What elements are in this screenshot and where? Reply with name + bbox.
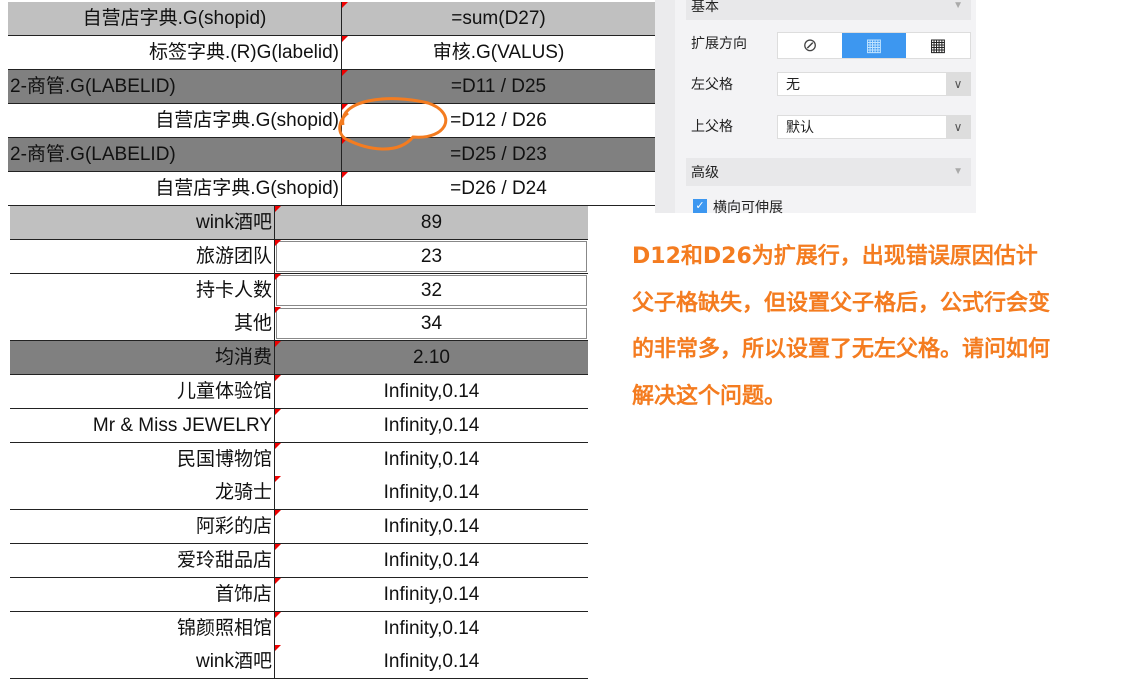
question-note: D12和D26为扩展行，出现错误原因估计父子格缺失，但设置父子格后，公式行会变的… — [632, 244, 1051, 409]
preview-row: 其他 34 — [10, 307, 588, 342]
template-cell[interactable]: 自营店字典.G(shopid) — [8, 104, 342, 137]
cell-properties-panel: 基本 ▼ 扩展方向 ⊘ ▦ ▦ 左父格 无 ∨ 上父格 默认 ∨ 高级 ▼ ✓ 横向可伸… — [655, 0, 976, 215]
row-label-cell[interactable]: 龙骑士 — [10, 476, 275, 510]
section-advanced-label: 高级 — [691, 164, 719, 180]
preview-row: wink酒吧 Infinity,0.14 — [10, 645, 588, 680]
left-parent-label: 左父格 — [691, 76, 733, 92]
section-advanced[interactable]: 高级 ▼ — [686, 158, 971, 186]
value-cell[interactable]: Infinity,0.14 — [275, 409, 588, 442]
section-basic[interactable]: 基本 ▼ — [686, 0, 971, 20]
template-cell[interactable]: 标签字典.(R)G(labelid) — [8, 36, 342, 69]
preview-row: 旅游团队 23 — [10, 239, 588, 274]
collapse-arrow-icon: ▼ — [953, 0, 963, 11]
vertical-expand-icon[interactable]: ▦ — [842, 33, 906, 58]
collapse-arrow-icon: ▼ — [953, 166, 963, 177]
preview-row: wink酒吧 89 — [10, 206, 588, 240]
cell-marker-icon — [275, 375, 281, 381]
row-label-cell[interactable]: Mr & Miss JEWELRY — [10, 408, 275, 442]
cell-marker-icon — [342, 2, 348, 8]
cell-marker-icon — [275, 544, 281, 550]
value-cell[interactable]: Infinity,0.14 — [275, 612, 588, 645]
expand-direction-toggle[interactable]: ⊘ ▦ ▦ — [777, 32, 971, 59]
row-label-cell[interactable]: 旅游团队 — [10, 239, 275, 273]
top-parent-label: 上父格 — [691, 118, 733, 134]
preview-row: 阿彩的店 Infinity,0.14 — [10, 510, 588, 545]
cell-marker-icon — [342, 70, 348, 76]
cell-marker-icon — [275, 239, 281, 246]
template-cell[interactable]: 2-商管.G(LABELID) — [8, 138, 342, 171]
cell-marker-icon — [275, 645, 281, 652]
preview-row: 锦颜照相馆 Infinity,0.14 — [10, 611, 588, 646]
value-cell[interactable]: Infinity,0.14 — [275, 375, 588, 408]
preview-row: 民国博物馆 Infinity,0.14 — [10, 442, 588, 477]
cell-marker-icon — [342, 172, 348, 178]
value-cell[interactable]: Infinity,0.14 — [275, 443, 588, 476]
row-label-cell[interactable]: 爱玲甜品店 — [10, 544, 275, 577]
value-cell[interactable]: 34 — [276, 308, 587, 340]
preview-row: Mr & Miss JEWELRY Infinity,0.14 — [10, 408, 588, 443]
value-cell[interactable]: Infinity,0.14 — [275, 544, 588, 577]
section-basic-label: 基本 — [691, 0, 719, 14]
row-label-cell[interactable]: 均消费 — [10, 341, 275, 375]
value-cell[interactable]: 23 — [276, 240, 587, 272]
value-cell[interactable]: Infinity,0.14 — [275, 510, 588, 543]
value-cell[interactable]: Infinity,0.14 — [275, 578, 588, 611]
value-cell[interactable]: 89 — [275, 206, 588, 239]
top-parent-select[interactable]: 默认 ∨ — [777, 115, 971, 139]
horizontal-expand-icon[interactable]: ▦ — [906, 33, 970, 58]
row-label-cell[interactable]: wink酒吧 — [10, 206, 275, 239]
top-grid-row: 自营店字典.G(shopid) =sum(D27) — [8, 2, 655, 36]
template-cell[interactable]: 自营店字典.G(shopid) — [8, 172, 342, 205]
left-parent-select[interactable]: 无 ∨ — [777, 72, 971, 96]
value-cell[interactable]: Infinity,0.14 — [275, 476, 588, 509]
preview-row: 儿童体验馆 Infinity,0.14 — [10, 375, 588, 409]
formula-cell[interactable]: 审核.G(VALUS) — [342, 36, 655, 69]
cell-marker-icon — [275, 341, 281, 348]
chevron-down-icon: ∨ — [946, 116, 970, 138]
cell-marker-icon — [275, 442, 281, 449]
cell-marker-icon — [275, 577, 281, 584]
preview-row: 龙骑士 Infinity,0.14 — [10, 476, 588, 511]
top-parent-value: 默认 — [786, 119, 814, 135]
cell-marker-icon — [275, 510, 281, 517]
cell-marker-icon — [275, 611, 281, 618]
cell-marker-icon — [275, 206, 281, 212]
expand-direction-label: 扩展方向 — [691, 35, 747, 51]
top-grid-row: 自营店字典.G(shopid) =D26 / D24 — [8, 172, 655, 206]
panel-tab-strip[interactable] — [655, 0, 675, 213]
formula-cell[interactable]: =sum(D27) — [342, 2, 655, 35]
preview-row: 持卡人数 32 — [10, 273, 588, 308]
template-cell[interactable]: 自营店字典.G(shopid) — [8, 2, 342, 35]
horizontal-expand-checkbox[interactable]: ✓ — [693, 199, 707, 213]
preview-row: 均消费 2.10 — [10, 341, 588, 376]
cell-marker-icon — [275, 408, 281, 415]
row-label-cell[interactable]: 持卡人数 — [10, 273, 275, 307]
no-expand-icon[interactable]: ⊘ — [778, 33, 842, 58]
cell-marker-icon — [342, 36, 348, 42]
value-cell[interactable]: Infinity,0.14 — [275, 645, 588, 678]
chevron-down-icon: ∨ — [946, 73, 970, 95]
row-label-cell[interactable]: 首饰店 — [10, 577, 275, 611]
value-cell[interactable]: 32 — [276, 274, 587, 306]
cell-marker-icon — [275, 273, 281, 280]
cell-marker-icon — [275, 307, 281, 314]
highlight-circle — [338, 97, 448, 151]
left-parent-value: 无 — [786, 76, 800, 92]
template-cell[interactable]: 2-商管.G(LABELID) — [8, 70, 342, 103]
preview-row: 首饰店 Infinity,0.14 — [10, 577, 588, 612]
cell-marker-icon — [275, 476, 281, 483]
top-grid-row: 标签字典.(R)G(labelid) 审核.G(VALUS) — [8, 36, 655, 70]
row-label-cell[interactable]: 民国博物馆 — [10, 442, 275, 476]
row-label-cell[interactable]: 阿彩的店 — [10, 510, 275, 544]
row-label-cell[interactable]: 其他 — [10, 307, 275, 341]
horizontal-expand-label: 横向可伸展 — [713, 199, 783, 215]
formula-cell[interactable]: =D26 / D24 — [342, 172, 655, 205]
row-label-cell[interactable]: 锦颜照相馆 — [10, 611, 275, 645]
preview-row: 爱玲甜品店 Infinity,0.14 — [10, 544, 588, 578]
row-label-cell[interactable]: wink酒吧 — [10, 645, 275, 679]
row-label-cell[interactable]: 儿童体验馆 — [10, 375, 275, 408]
value-cell[interactable]: 2.10 — [275, 341, 588, 374]
